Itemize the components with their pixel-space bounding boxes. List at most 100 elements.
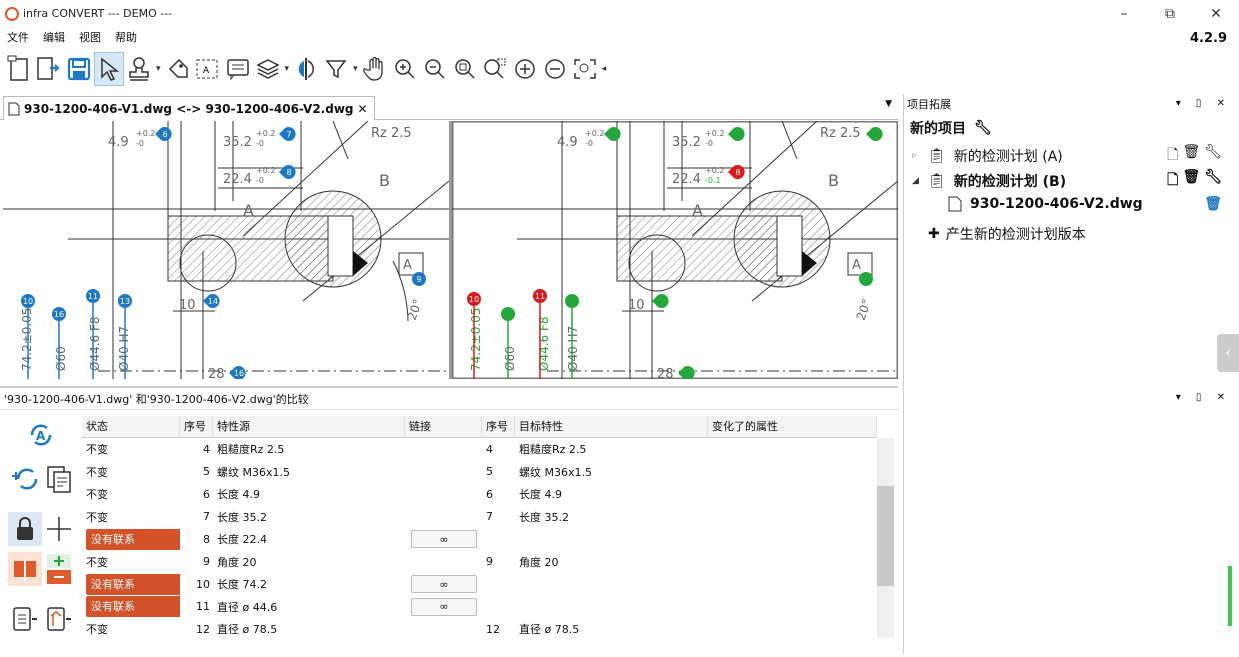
zoom-window-icon[interactable]: [480, 52, 510, 86]
chevron-down-icon[interactable]: ◂: [602, 64, 607, 74]
table-row[interactable]: 不变 12 直径 ø 78.5 12 直径 ø 78.5: [82, 618, 877, 640]
tag-icon[interactable]: [163, 52, 193, 86]
project-root[interactable]: 新的项目 🔧︎: [910, 118, 992, 138]
balloon-8[interactable]: 8: [279, 165, 296, 179]
zoom-plus-icon[interactable]: [510, 52, 540, 86]
balloon-red-10[interactable]: 10: [467, 292, 481, 306]
balloon-green-6[interactable]: [604, 127, 621, 141]
col-link[interactable]: 链接: [405, 416, 482, 438]
chevron-down-icon[interactable]: ▾: [156, 64, 161, 74]
zoom-minus-icon[interactable]: [540, 52, 570, 86]
table-row[interactable]: 不变 9 角度 20 9 角度 20: [82, 551, 877, 574]
wrench-icon[interactable]: 🔧︎: [1204, 169, 1222, 193]
compare-split-icon[interactable]: [8, 552, 42, 586]
trash-icon[interactable]: 🗑︎: [1182, 169, 1200, 193]
menu-view[interactable]: 视图: [72, 29, 108, 45]
balloon-green-7[interactable]: [728, 127, 745, 141]
new-version-action[interactable]: ✚ 产生新的检测计划版本: [928, 224, 1086, 244]
comment-icon[interactable]: [223, 52, 253, 86]
close-tab-icon[interactable]: ✕: [358, 102, 368, 116]
balloon-16[interactable]: 16: [52, 307, 66, 321]
col-tgt-no[interactable]: 序号: [482, 416, 515, 438]
tab-document-compare[interactable]: 930-1200-406-V1.dwg <-> 930-1200-406-V2.…: [3, 96, 375, 120]
add-file-icon[interactable]: 🗋: [1167, 144, 1178, 168]
export-right-icon[interactable]: [42, 602, 76, 636]
tree-item-plan-a[interactable]: ▹ 📋︎ 新的检测计划 (A) 🗋 🗑︎ 🔧︎: [912, 144, 1232, 168]
pan-hand-icon[interactable]: [360, 52, 390, 86]
save-icon[interactable]: [64, 52, 94, 86]
export-icon[interactable]: [34, 52, 64, 86]
drawing-view-v1[interactable]: 4.9 +0.2 -0 35.2 +0.2 -0 22.4 +0.2 -0 Rz 2.5 …: [3, 121, 449, 379]
crosshair-icon[interactable]: [42, 512, 76, 546]
area-select-icon[interactable]: A: [193, 52, 223, 86]
export-left-icon[interactable]: [8, 602, 42, 636]
compare-icon[interactable]: [291, 52, 321, 86]
tree-item-plan-b[interactable]: ◢ 📋︎ 新的检测计划 (B) 🗋 🗑︎ 🔧︎: [912, 169, 1232, 193]
stamp-icon[interactable]: [124, 52, 154, 86]
balloon-red-11[interactable]: 11: [533, 289, 547, 303]
collapse-panel-button[interactable]: ‹: [1217, 334, 1239, 372]
table-row[interactable]: 不变 6 长度 4.9 6 长度 4.9: [82, 483, 877, 506]
balloon-28[interactable]: 16: [229, 366, 246, 379]
chevron-down-icon[interactable]: ▾: [285, 64, 290, 74]
tree-item-file[interactable]: 930-1200-406-V2.dwg 🗑︎: [948, 196, 1232, 212]
balloon-green-rz[interactable]: [866, 127, 883, 141]
select-arrow-icon[interactable]: [94, 52, 124, 86]
balloon-10[interactable]: 10: [21, 294, 35, 308]
menu-help[interactable]: 帮助: [108, 29, 144, 45]
balloon-7[interactable]: 7: [279, 127, 296, 141]
table-row[interactable]: 没有联系 11 直径 ø 44.6 ∞: [82, 596, 877, 619]
chevron-down-icon[interactable]: ▾: [353, 64, 358, 74]
balloon-11[interactable]: 11: [86, 289, 100, 303]
col-src-no[interactable]: 序号: [180, 416, 213, 438]
wrench-icon[interactable]: 🔧︎: [974, 120, 992, 136]
col-status[interactable]: 状态: [82, 416, 180, 438]
balloon-9[interactable]: 9: [412, 272, 426, 286]
trash-icon[interactable]: 🗑︎: [1204, 196, 1222, 212]
zoom-area-icon[interactable]: [450, 52, 480, 86]
zoom-in-icon[interactable]: [390, 52, 420, 86]
expand-icon[interactable]: ▹: [912, 151, 924, 161]
col-target[interactable]: 目标特性: [515, 416, 708, 438]
layers-icon[interactable]: [253, 52, 283, 86]
table-row[interactable]: 不变 5 螺纹 M36x1.5 5 螺纹 M36x1.5: [82, 461, 877, 484]
panel-controls[interactable]: ▾ ▯ ✕: [1176, 98, 1231, 109]
add-remove-icon[interactable]: [44, 552, 74, 586]
balloon-14[interactable]: 14: [203, 294, 220, 309]
table-row[interactable]: 不变 7 长度 35.2 7 长度 35.2: [82, 506, 877, 529]
menu-file[interactable]: 文件: [0, 29, 36, 45]
balloon-green-9[interactable]: [859, 272, 873, 286]
table-row[interactable]: 不变 4 粗糙度Rz 2.5 4 粗糙度Rz 2.5: [82, 438, 877, 461]
link-button[interactable]: ∞: [411, 530, 477, 549]
restore-button[interactable]: ⧉: [1147, 0, 1193, 27]
report-icon[interactable]: [42, 462, 76, 496]
balloon-green-16[interactable]: [501, 307, 515, 321]
balloon-green-13[interactable]: [565, 294, 579, 308]
add-file-icon[interactable]: 🗋: [1167, 169, 1178, 193]
col-changed[interactable]: 变化了的属性: [708, 416, 877, 438]
balloon-green-28[interactable]: [678, 366, 695, 379]
col-source[interactable]: 特性源: [213, 416, 405, 438]
link-button[interactable]: ∞: [411, 597, 477, 616]
table-row[interactable]: 没有联系 8 长度 22.4 ∞: [82, 528, 877, 551]
add-match-icon[interactable]: [8, 462, 42, 496]
wrench-icon[interactable]: 🔧︎: [1204, 144, 1222, 168]
balloon-6[interactable]: 6: [155, 127, 172, 141]
lock-icon[interactable]: [8, 512, 42, 546]
minimize-button[interactable]: –: [1101, 0, 1147, 27]
link-button[interactable]: ∞: [411, 575, 477, 594]
table-scrollbar-thumb[interactable]: [877, 486, 894, 586]
auto-match-icon[interactable]: A: [24, 418, 58, 452]
tab-list-dropdown-icon[interactable]: ▼: [885, 99, 892, 109]
zoom-out-icon[interactable]: [420, 52, 450, 86]
fit-view-icon[interactable]: [570, 52, 600, 86]
balloon-red-8[interactable]: 8: [728, 165, 745, 179]
trash-icon[interactable]: 🗑︎: [1182, 144, 1200, 168]
balloon-green-14[interactable]: [652, 294, 669, 309]
balloon-13[interactable]: 13: [118, 294, 132, 308]
close-window-button[interactable]: ✕: [1193, 0, 1239, 27]
drawing-view-v2[interactable]: 4.9 +0.2 -0 35.2 +0.2 -0 22.4 +0.2 -0.1 Rz 2.5…: [452, 121, 898, 379]
collapse-icon[interactable]: ◢: [912, 176, 924, 186]
filter-icon[interactable]: [321, 52, 351, 86]
new-document-icon[interactable]: [4, 52, 34, 86]
